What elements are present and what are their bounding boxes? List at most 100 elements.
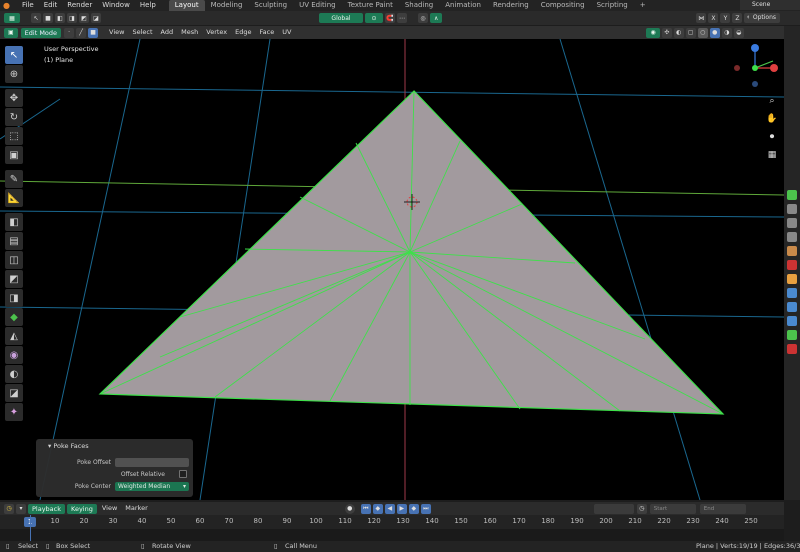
zoom-icon[interactable]: ⌕: [764, 93, 780, 109]
tab-rendering[interactable]: Rendering: [487, 0, 535, 11]
end-frame-field[interactable]: End: [699, 503, 746, 514]
vertex-select-icon[interactable]: ·: [64, 27, 75, 38]
material-properties-icon[interactable]: [787, 344, 797, 354]
select-tool-icon[interactable]: ↖: [31, 13, 41, 23]
xray-icon[interactable]: ▢: [685, 27, 696, 38]
snap-icon[interactable]: 🧲: [385, 13, 395, 23]
current-frame-field[interactable]: [593, 503, 634, 514]
measure-tool-icon[interactable]: 📐: [5, 189, 23, 207]
tab-modeling[interactable]: Modeling: [205, 0, 249, 11]
jump-end-icon[interactable]: ⏭: [420, 503, 431, 514]
jump-start-icon[interactable]: ⏮: [360, 503, 371, 514]
select-mode-subtract-icon[interactable]: ◨: [67, 13, 77, 23]
play-icon[interactable]: ▶: [396, 503, 407, 514]
particles-properties-icon[interactable]: [787, 302, 797, 312]
mirror-icon[interactable]: ⋈: [696, 13, 707, 23]
select-box-tool-icon[interactable]: ↖: [5, 46, 23, 64]
select-mode-intersect-icon[interactable]: ◪: [91, 13, 101, 23]
add-workspace-button[interactable]: +: [634, 0, 652, 11]
add-cube-tool-icon[interactable]: ◧: [5, 213, 23, 231]
timeline-editor-icon[interactable]: ◷: [4, 503, 14, 514]
axis-z-toggle[interactable]: Z: [732, 13, 743, 23]
view-layer-properties-icon[interactable]: [787, 232, 797, 242]
jump-keyframe-forward-icon[interactable]: ◆: [408, 503, 419, 514]
edge-select-icon[interactable]: ╱: [76, 27, 87, 38]
tab-scripting[interactable]: Scripting: [591, 0, 634, 11]
tab-sculpting[interactable]: Sculpting: [248, 0, 293, 11]
shading-rendered-icon[interactable]: ◒: [733, 27, 744, 38]
rotate-tool-icon[interactable]: ↻: [5, 108, 23, 126]
inset-tool-icon[interactable]: ◫: [5, 251, 23, 269]
tab-animation[interactable]: Animation: [439, 0, 487, 11]
record-icon[interactable]: ●: [344, 503, 355, 514]
tab-compositing[interactable]: Compositing: [535, 0, 591, 11]
timeline-body[interactable]: [0, 529, 784, 541]
editor-type-icon[interactable]: ▦: [4, 13, 20, 23]
select-mode-extend-icon[interactable]: ◧: [55, 13, 65, 23]
scale-tool-icon[interactable]: ⬚: [5, 127, 23, 145]
marker-menu[interactable]: Marker: [121, 502, 151, 515]
mode-dropdown[interactable]: Edit Mode: [20, 27, 62, 38]
modifier-properties-icon[interactable]: [787, 288, 797, 298]
loop-cut-tool-icon[interactable]: ◨: [5, 289, 23, 307]
object-properties-icon[interactable]: [787, 274, 797, 284]
knife-tool-icon[interactable]: ◆: [5, 308, 23, 326]
poke-center-dropdown[interactable]: Weighted Median ▾: [115, 482, 189, 491]
menu-vertex[interactable]: Vertex: [202, 26, 231, 39]
menu-window[interactable]: Window: [97, 0, 135, 11]
blender-logo-icon[interactable]: ●: [3, 0, 17, 11]
timeline-dropdown-icon[interactable]: ▾: [16, 503, 26, 514]
menu-edge[interactable]: Edge: [231, 26, 255, 39]
select-mode-invert-icon[interactable]: ◩: [79, 13, 89, 23]
timeline-ruler[interactable]: 1 10 20 30 40 50 60 70 80 90 100 110 120…: [0, 515, 784, 529]
render-properties-icon[interactable]: [787, 204, 797, 214]
face-select-icon[interactable]: ■: [88, 27, 99, 38]
snap-target-icon[interactable]: ⋯: [397, 13, 407, 23]
timeline-view-menu[interactable]: View: [98, 502, 121, 515]
tab-texture-paint[interactable]: Texture Paint: [342, 0, 399, 11]
bevel-tool-icon[interactable]: ◩: [5, 270, 23, 288]
menu-edit[interactable]: Edit: [39, 0, 63, 11]
annotate-tool-icon[interactable]: ✎: [5, 170, 23, 188]
shading-wireframe-icon[interactable]: ○: [697, 27, 708, 38]
smooth-tool-icon[interactable]: ◐: [5, 365, 23, 383]
playback-menu[interactable]: Playback: [28, 503, 66, 514]
keying-menu[interactable]: Keying: [67, 503, 97, 514]
options-dropdown[interactable]: Options: [748, 13, 780, 23]
camera-icon[interactable]: ⏺: [764, 129, 780, 145]
falloff-icon[interactable]: ∧: [430, 13, 443, 23]
axis-x-toggle[interactable]: X: [708, 13, 719, 23]
pan-hand-icon[interactable]: ✋: [764, 111, 780, 127]
pivot-icon[interactable]: ⊙: [365, 13, 383, 23]
shrink-fatten-tool-icon[interactable]: ✦: [5, 403, 23, 421]
spin-tool-icon[interactable]: ◉: [5, 346, 23, 364]
world-properties-icon[interactable]: [787, 260, 797, 270]
extrude-tool-icon[interactable]: ▤: [5, 232, 23, 250]
menu-add[interactable]: Add: [157, 26, 178, 39]
tab-layout[interactable]: Layout: [168, 0, 205, 11]
select-mode-new-icon[interactable]: ■: [43, 13, 53, 23]
overlays-icon[interactable]: ◐: [673, 27, 684, 38]
tab-shading[interactable]: Shading: [399, 0, 439, 11]
menu-help[interactable]: Help: [135, 0, 161, 11]
start-frame-field[interactable]: Start: [649, 503, 696, 514]
offset-relative-checkbox[interactable]: [179, 470, 187, 478]
visibility-icon[interactable]: ◉: [646, 27, 660, 38]
menu-render[interactable]: Render: [62, 0, 97, 11]
transform-tool-icon[interactable]: ▣: [5, 146, 23, 164]
poke-offset-field[interactable]: [115, 458, 189, 467]
jump-keyframe-back-icon[interactable]: ◆: [372, 503, 383, 514]
proportional-edit-icon[interactable]: ◎: [418, 13, 428, 23]
poly-build-tool-icon[interactable]: ◭: [5, 327, 23, 345]
editor-type-3d-icon[interactable]: ▣: [4, 27, 18, 38]
tab-uv-editing[interactable]: UV Editing: [293, 0, 342, 11]
poke-faces-title[interactable]: ▾ Poke Faces: [36, 439, 193, 453]
menu-view[interactable]: View: [105, 26, 128, 39]
scene-properties-icon[interactable]: [787, 246, 797, 256]
menu-face[interactable]: Face: [256, 26, 279, 39]
cursor-tool-icon[interactable]: ⊕: [5, 65, 23, 83]
data-properties-icon[interactable]: [787, 330, 797, 340]
play-reverse-icon[interactable]: ◀: [384, 503, 395, 514]
axis-y-toggle[interactable]: Y: [720, 13, 731, 23]
output-properties-icon[interactable]: [787, 218, 797, 228]
